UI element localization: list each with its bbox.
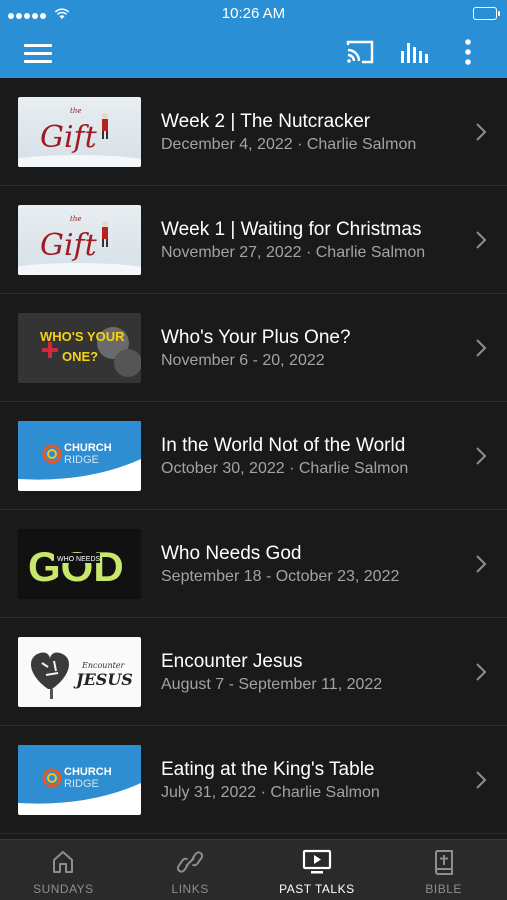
series-thumbnail: Encounter JESUS [18,637,141,707]
menu-icon[interactable] [24,40,52,66]
talk-title: Week 2 | The Nutcracker [161,111,371,132]
list-item[interactable]: GOD WHO NEEDS Who Needs God September 18… [0,510,507,618]
talk-title: Who Needs God [161,543,302,564]
talk-subtitle: November 6 - 20, 2022 [161,352,325,369]
chevron-right-icon [476,555,487,573]
status-bar: 10:26 AM [0,0,507,28]
talk-subtitle: October 30, 2022 · Charlie Salmon [161,460,409,477]
svg-text:Gift: Gift [40,120,98,155]
cast-icon[interactable] [345,38,375,66]
tab-label: BIBLE [425,882,462,896]
tab-label: SUNDAYS [33,882,94,896]
svg-text:RIDGE: RIDGE [64,454,99,466]
svg-text:ONE?: ONE? [62,349,98,364]
series-thumbnail: WHO'S YOUR ONE? [18,313,141,383]
list-item[interactable]: the Gift Week 1 | Waiting for Christmas … [0,186,507,294]
series-thumbnail: CHURCH RIDGE [18,421,141,491]
bottom-tab-bar: SUNDAYS LINKS PAST TALKS BIBLE [0,839,507,900]
svg-text:WHO NEEDS: WHO NEEDS [57,556,101,563]
tab-past-talks[interactable]: PAST TALKS [254,840,381,900]
chevron-right-icon [476,231,487,249]
svg-text:the: the [70,215,81,223]
svg-text:CHURCH: CHURCH [64,442,112,454]
tab-bible[interactable]: BIBLE [380,840,507,900]
svg-text:GOD: GOD [28,543,124,590]
tv-play-icon [302,849,331,874]
talk-title: In the World Not of the World [161,435,406,456]
talk-title: Week 1 | Waiting for Christmas [161,219,422,240]
talk-title: Eating at the King's Table [161,759,375,780]
list-item[interactable]: CHURCH RIDGE Eating at the King's Table … [0,726,507,834]
talk-subtitle: July 31, 2022 · Charlie Salmon [161,784,380,801]
talk-subtitle: December 4, 2022 · Charlie Salmon [161,136,417,153]
chevron-right-icon [476,123,487,141]
app-bar [0,28,507,78]
list-item[interactable]: Encounter JESUS Encounter Jesus August 7… [0,618,507,726]
battery-icon [473,7,500,20]
svg-text:Encounter: Encounter [81,661,126,670]
tab-sundays[interactable]: SUNDAYS [0,840,127,900]
tab-label: PAST TALKS [279,882,355,896]
chevron-right-icon [476,663,487,681]
audio-bars-icon[interactable] [400,38,430,66]
talk-subtitle: August 7 - September 11, 2022 [161,676,383,693]
svg-text:CHURCH: CHURCH [64,766,112,778]
more-vert-icon[interactable] [458,37,478,67]
status-time: 10:26 AM [221,5,286,22]
chevron-right-icon [476,447,487,465]
series-thumbnail: GOD WHO NEEDS [18,529,141,599]
link-icon [177,851,204,873]
svg-text:JESUS: JESUS [73,670,133,689]
tab-links[interactable]: LINKS [127,840,254,900]
talk-title: Encounter Jesus [161,651,303,672]
tab-label: LINKS [171,882,209,896]
svg-text:WHO'S YOUR: WHO'S YOUR [40,329,125,344]
chevron-right-icon [476,339,487,357]
series-thumbnail: CHURCH RIDGE [18,745,141,815]
list-item[interactable]: the Gift Week 2 | The Nutcracker Decembe… [0,78,507,186]
home-icon [53,851,74,873]
chevron-right-icon [476,771,487,789]
list-item[interactable]: CHURCH RIDGE In the World Not of the Wor… [0,402,507,510]
svg-text:the: the [70,107,81,115]
talk-title: Who's Your Plus One? [161,327,351,348]
list-item[interactable]: WHO'S YOUR ONE? Who's Your Plus One? Nov… [0,294,507,402]
svg-text:Gift: Gift [40,228,98,263]
talk-subtitle: November 27, 2022 · Charlie Salmon [161,244,426,261]
talk-subtitle: September 18 - October 23, 2022 [161,568,400,585]
series-thumbnail: the Gift [18,205,141,275]
svg-text:RIDGE: RIDGE [64,778,99,790]
past-talks-list: the Gift Week 2 | The Nutcracker Decembe… [0,78,507,834]
series-thumbnail: the Gift [18,97,141,167]
bible-icon [434,850,453,875]
